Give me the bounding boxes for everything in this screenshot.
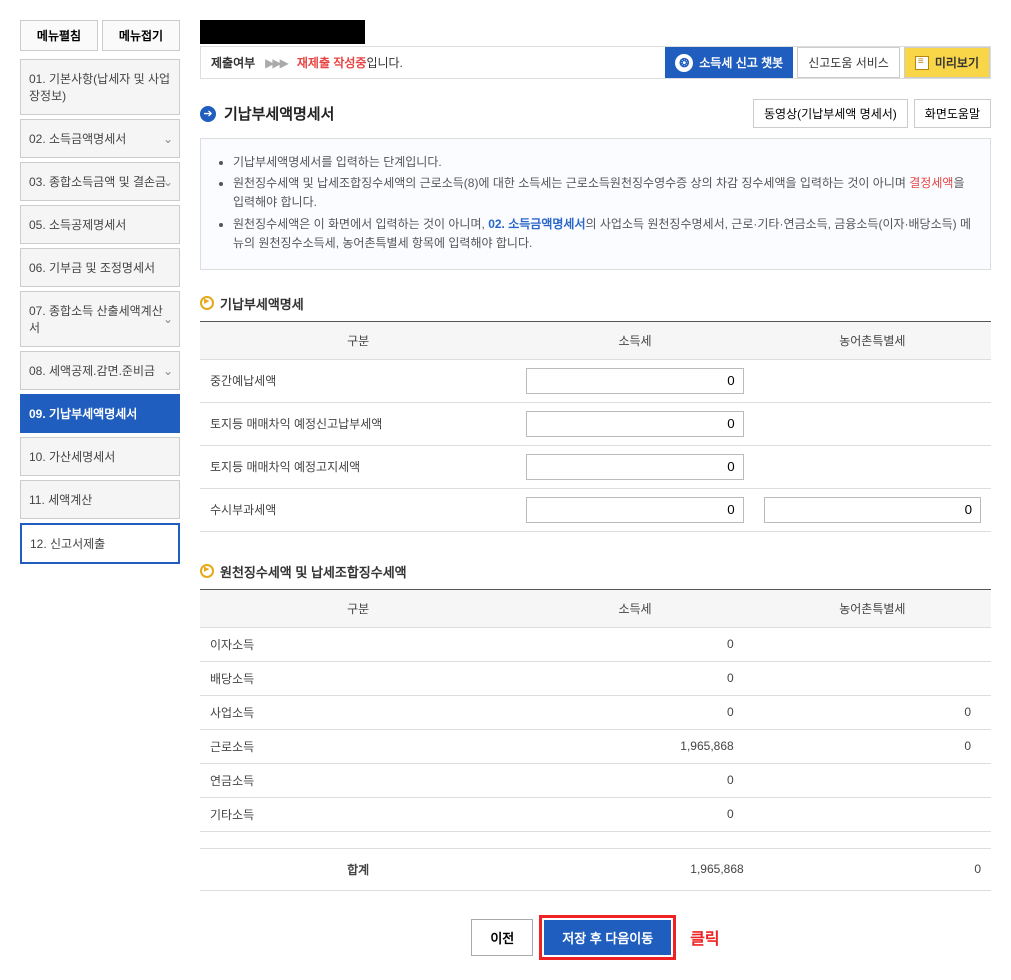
row-label: 배당소득: [200, 661, 516, 695]
sidebar-item-1[interactable]: 01. 기본사항(납세자 및 사업장정보): [20, 59, 180, 115]
rural-tax-value: 0: [754, 729, 991, 763]
income-tax-value: 0: [516, 627, 753, 661]
total-row: 합계1,965,8680: [200, 848, 991, 890]
income-tax-input[interactable]: [526, 454, 743, 480]
sidebar-item-6[interactable]: 07. 종합소득 산출세액계산서⌄: [20, 291, 180, 347]
row-label: 중간예납세액: [200, 359, 516, 402]
bullet-icon: [200, 296, 214, 310]
next-button-highlight: 저장 후 다음이동: [539, 915, 676, 960]
chevron-down-icon: ⌄: [163, 175, 173, 189]
row-label: 토지등 매매차익 예정고지세액: [200, 445, 516, 488]
sidebar-item-9[interactable]: 10. 가산세명세서: [20, 437, 180, 476]
sidebar-item-11[interactable]: 12. 신고서제출: [20, 523, 180, 564]
table-row: 근로소득1,965,8680: [200, 729, 991, 763]
sidebar-item-5[interactable]: 06. 기부금 및 조정명세서: [20, 248, 180, 287]
section1-title: 기납부세액명세: [220, 294, 304, 313]
row-label: 기타소득: [200, 797, 516, 831]
income-tax-input[interactable]: [526, 411, 743, 437]
total-rural-tax: 0: [754, 848, 991, 890]
save-next-button[interactable]: 저장 후 다음이동: [544, 920, 671, 955]
income-tax-value: 0: [516, 763, 753, 797]
bullet-icon: [200, 564, 214, 578]
withholding-tax-table: 구분 소득세 농어촌특별세 이자소득0배당소득0사업소득00근로소득1,965,…: [200, 589, 991, 891]
table-row: 사업소득00: [200, 695, 991, 729]
rural-tax-input[interactable]: [764, 497, 981, 523]
rural-tax-value: [754, 627, 991, 661]
chatbot-button[interactable]: ❂ 소득세 신고 챗봇: [665, 47, 793, 78]
preview-button[interactable]: 미리보기: [904, 47, 990, 78]
row-label: 토지등 매매차익 예정신고납부세액: [200, 402, 516, 445]
menu-expand-button[interactable]: 메뉴펼침: [20, 20, 98, 51]
rural-tax-value: [754, 661, 991, 695]
sidebar-item-7[interactable]: 08. 세액공제.감면.준비금⌄: [20, 351, 180, 390]
row-label: 근로소득: [200, 729, 516, 763]
income-tax-value: 0: [516, 695, 753, 729]
chevron-down-icon: ⌄: [163, 364, 173, 378]
income-tax-value: 0: [516, 661, 753, 695]
title-icon: ➔: [200, 106, 216, 122]
redacted-header: [200, 20, 365, 44]
table-row: 토지등 매매차익 예정신고납부세액: [200, 402, 991, 445]
table-row: 기타소득0: [200, 797, 991, 831]
video-guide-button[interactable]: 동영상(기납부세액 명세서): [753, 99, 908, 128]
info-box: 기납부세액명세서를 입력하는 단계입니다. 원천징수세액 및 납세조합징수세액의…: [200, 138, 991, 270]
click-annotation: 클릭: [690, 925, 719, 949]
sidebar-item-8[interactable]: 09. 기납부세액명세서: [20, 394, 180, 433]
income-tax-value: 1,965,868: [516, 729, 753, 763]
total-label: 합계: [200, 848, 516, 890]
help-service-button[interactable]: 신고도움 서비스: [797, 47, 900, 78]
screen-help-button[interactable]: 화면도움말: [914, 99, 991, 128]
section2-title: 원천징수세액 및 납세조합징수세액: [220, 562, 407, 581]
row-label: 연금소득: [200, 763, 516, 797]
chevron-down-icon: ⌄: [163, 312, 173, 326]
sidebar-item-10[interactable]: 11. 세액계산: [20, 480, 180, 519]
chevron-down-icon: ⌄: [163, 132, 173, 146]
prepaid-tax-table: 구분 소득세 농어촌특별세 중간예납세액토지등 매매차익 예정신고납부세액토지등…: [200, 321, 991, 532]
sidebar-item-3[interactable]: 03. 종합소득금액 및 결손금⌄: [20, 162, 180, 201]
rural-tax-value: [754, 797, 991, 831]
row-label: 사업소득: [200, 695, 516, 729]
income-tax-input[interactable]: [526, 497, 743, 523]
page-title: 기납부세액명세서: [224, 103, 334, 124]
table-row: 배당소득0: [200, 661, 991, 695]
table-row: 토지등 매매차익 예정고지세액: [200, 445, 991, 488]
menu-collapse-button[interactable]: 메뉴접기: [102, 20, 180, 51]
rural-tax-value: [754, 763, 991, 797]
chat-icon: ❂: [675, 54, 693, 72]
rural-tax-value: 0: [754, 695, 991, 729]
sidebar-item-2[interactable]: 02. 소득금액명세서⌄: [20, 119, 180, 158]
submit-status: 제출여부 ▶▶▶ 재제출 작성중입니다.: [201, 47, 665, 78]
income-tax-value: 0: [516, 797, 753, 831]
table-row: 중간예납세액: [200, 359, 991, 402]
table-row: 이자소득0: [200, 627, 991, 661]
table-row: 수시부과세액: [200, 488, 991, 531]
total-income-tax: 1,965,868: [516, 848, 753, 890]
sidebar-item-4[interactable]: 05. 소득공제명세서: [20, 205, 180, 244]
preview-icon: [915, 56, 929, 70]
row-label: 수시부과세액: [200, 488, 516, 531]
table-row: 연금소득0: [200, 763, 991, 797]
income-tax-input[interactable]: [526, 368, 743, 394]
row-label: 이자소득: [200, 627, 516, 661]
prev-button[interactable]: 이전: [471, 919, 533, 956]
